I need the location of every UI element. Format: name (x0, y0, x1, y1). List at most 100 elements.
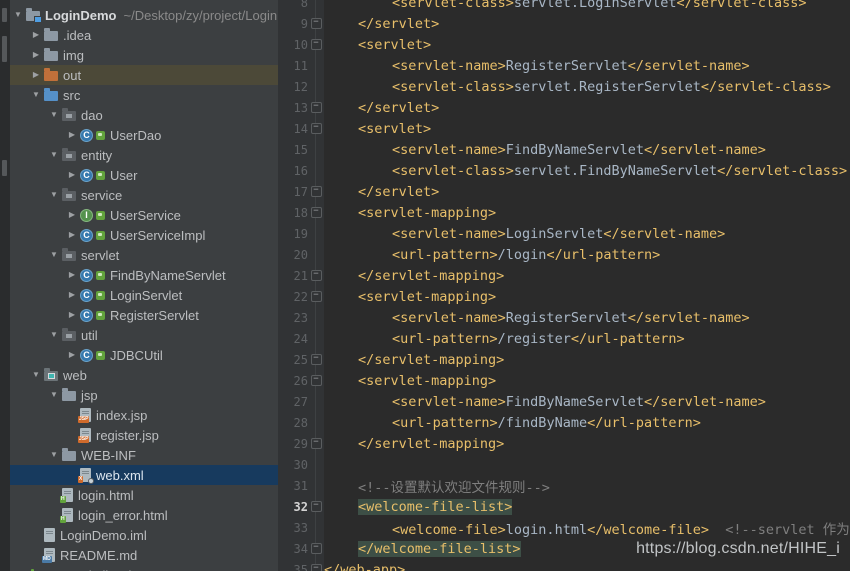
code-line-20[interactable]: 20<url-pattern>/login</url-pattern> (278, 244, 850, 265)
tree-item-dao[interactable]: ▼dao (10, 105, 278, 125)
chevron-collapsed-icon[interactable]: ▶ (64, 285, 80, 305)
code-line-35[interactable]: 35−</web-app> (278, 559, 850, 571)
chevron-collapsed-icon[interactable]: ▶ (28, 65, 44, 85)
code-line-15[interactable]: 15<servlet-name>FindByNameServlet</servl… (278, 139, 850, 160)
tree-item-login-error-html[interactable]: Hlogin_error.html (10, 505, 278, 525)
code-line-30[interactable]: 30 (278, 454, 850, 475)
fold-marker-icon[interactable]: − (311, 39, 322, 50)
tree-item-external-libraries[interactable]: ▶External Libraries (10, 565, 278, 571)
chevron-collapsed-icon[interactable]: ▶ (64, 305, 80, 325)
tree-item-web[interactable]: ▼web (10, 365, 278, 385)
code-line-21[interactable]: 21−</servlet-mapping> (278, 265, 850, 286)
code-line-17[interactable]: 17−</servlet> (278, 181, 850, 202)
tree-item-jdbcutil[interactable]: ▶CJDBCUtil (10, 345, 278, 365)
code-line-19[interactable]: 19 <servlet-name>LoginServlet</servlet-na… (278, 223, 850, 244)
tree-item-web-xml[interactable]: Xweb.xml (10, 465, 278, 485)
chevron-expanded-icon[interactable]: ▼ (46, 325, 62, 345)
fold-marker-icon[interactable]: − (311, 438, 322, 449)
project-panel[interactable]: ▼LoginDemo~/Desktop/zy/project/Login▶.id… (10, 0, 279, 571)
tree-item-findbynameservlet[interactable]: ▶CFindByNameServlet (10, 265, 278, 285)
code-line-31[interactable]: 31<!--设置默认欢迎文件规则--> (278, 475, 850, 496)
code-line-26[interactable]: 26−<servlet-mapping> (278, 370, 850, 391)
code-line-25[interactable]: 25−</servlet-mapping> (278, 349, 850, 370)
tree-item-web-inf[interactable]: ▼WEB-INF (10, 445, 278, 465)
chevron-collapsed-icon[interactable]: ▶ (64, 125, 80, 145)
code-line-32[interactable]: 32−<welcome-file-list> (278, 496, 850, 517)
code-line-11[interactable]: 11<servlet-name>RegisterServlet</servlet… (278, 55, 850, 76)
code-line-22[interactable]: 22−<servlet-mapping> (278, 286, 850, 307)
fold-marker-icon[interactable]: − (311, 18, 322, 29)
chevron-expanded-icon[interactable]: ▼ (28, 85, 44, 105)
tree-item-index-jsp[interactable]: JSPindex.jsp (10, 405, 278, 425)
code-line-8[interactable]: 8<servlet-class>servlet.LoginServlet</se… (278, 0, 850, 13)
fold-marker-icon[interactable]: − (311, 354, 322, 365)
tree-item-entity[interactable]: ▼entity (10, 145, 278, 165)
fold-marker-icon[interactable]: − (311, 543, 322, 554)
tree-item-register-jsp[interactable]: JSPregister.jsp (10, 425, 278, 445)
tool-window-button-icon[interactable] (2, 36, 7, 62)
chevron-collapsed-icon[interactable]: ▶ (28, 45, 44, 65)
code-line-9[interactable]: 9−</servlet> (278, 13, 850, 34)
fold-marker-icon[interactable]: − (311, 291, 322, 302)
code-line-24[interactable]: 24<url-pattern>/register</url-pattern> (278, 328, 850, 349)
code-line-14[interactable]: 14−<servlet> (278, 118, 850, 139)
chevron-collapsed-icon[interactable]: ▶ (64, 345, 80, 365)
tree-item-logindemo-iml[interactable]: LoginDemo.iml (10, 525, 278, 545)
code-line-33[interactable]: 33<welcome-file>login.html</welcome-file… (278, 517, 850, 538)
chevron-expanded-icon[interactable]: ▼ (46, 245, 62, 265)
tree-item-logindemo[interactable]: ▼LoginDemo~/Desktop/zy/project/Login (10, 5, 278, 25)
tool-window-button-icon[interactable] (2, 8, 7, 22)
code-editor[interactable]: 8<servlet-class>servlet.LoginServlet</se… (278, 0, 850, 571)
chevron-collapsed-icon[interactable]: ▶ (10, 565, 26, 571)
chevron-collapsed-icon[interactable]: ▶ (64, 225, 80, 245)
code-line-29[interactable]: 29−</servlet-mapping> (278, 433, 850, 454)
fold-marker-icon[interactable]: − (311, 270, 322, 281)
line-number: 19 (278, 227, 308, 241)
tree-item-src[interactable]: ▼src (10, 85, 278, 105)
code-line-13[interactable]: 13−</servlet> (278, 97, 850, 118)
tool-window-button-icon[interactable] (2, 160, 7, 176)
fold-marker-icon[interactable]: − (311, 564, 322, 571)
chevron-expanded-icon[interactable]: ▼ (46, 105, 62, 125)
fold-marker-icon[interactable]: − (311, 186, 322, 197)
tree-item-userservice[interactable]: ▶IUserService (10, 205, 278, 225)
project-folder-icon (26, 11, 40, 21)
chevron-expanded-icon[interactable]: ▼ (46, 145, 62, 165)
fold-marker-icon[interactable]: − (311, 102, 322, 113)
code-line-27[interactable]: 27<servlet-name>FindByNameServlet</servl… (278, 391, 850, 412)
tree-item-idea[interactable]: ▶.idea (10, 25, 278, 45)
fold-marker-icon[interactable]: − (311, 207, 322, 218)
chevron-expanded-icon[interactable]: ▼ (46, 385, 62, 405)
code-line-18[interactable]: 18−<servlet-mapping> (278, 202, 850, 223)
tree-item-img[interactable]: ▶img (10, 45, 278, 65)
tree-item-servlet[interactable]: ▼servlet (10, 245, 278, 265)
tree-item-util[interactable]: ▼util (10, 325, 278, 345)
code-line-28[interactable]: 28<url-pattern>/findByName</url-pattern> (278, 412, 850, 433)
tree-item-user[interactable]: ▶CUser (10, 165, 278, 185)
tree-item-userserviceimpl[interactable]: ▶CUserServiceImpl (10, 225, 278, 245)
chevron-collapsed-icon[interactable]: ▶ (28, 25, 44, 45)
code-text: <servlet-name>LoginServlet</servlet-name… (324, 226, 850, 242)
tree-item-registerservlet[interactable]: ▶CRegisterServlet (10, 305, 278, 325)
tree-item-userdao[interactable]: ▶CUserDao (10, 125, 278, 145)
tree-item-service[interactable]: ▼service (10, 185, 278, 205)
chevron-collapsed-icon[interactable]: ▶ (64, 205, 80, 225)
tree-item-out[interactable]: ▶out (10, 65, 278, 85)
code-line-10[interactable]: 10−<servlet> (278, 34, 850, 55)
code-line-12[interactable]: 12<servlet-class>servlet.RegisterServlet… (278, 76, 850, 97)
fold-marker-icon[interactable]: − (311, 123, 322, 134)
code-line-23[interactable]: 23<servlet-name>RegisterServlet</servlet… (278, 307, 850, 328)
tree-item-readme-md[interactable]: MDREADME.md (10, 545, 278, 565)
tree-item-login-html[interactable]: Hlogin.html (10, 485, 278, 505)
fold-marker-icon[interactable]: − (311, 375, 322, 386)
code-line-16[interactable]: 16<servlet-class>servlet.FindByNameServl… (278, 160, 850, 181)
tree-item-jsp[interactable]: ▼jsp (10, 385, 278, 405)
tree-item-loginservlet[interactable]: ▶CLoginServlet (10, 285, 278, 305)
chevron-expanded-icon[interactable]: ▼ (46, 185, 62, 205)
chevron-expanded-icon[interactable]: ▼ (10, 5, 26, 25)
chevron-expanded-icon[interactable]: ▼ (28, 365, 44, 385)
chevron-expanded-icon[interactable]: ▼ (46, 445, 62, 465)
chevron-collapsed-icon[interactable]: ▶ (64, 265, 80, 285)
fold-marker-icon[interactable]: − (311, 501, 322, 512)
chevron-collapsed-icon[interactable]: ▶ (64, 165, 80, 185)
